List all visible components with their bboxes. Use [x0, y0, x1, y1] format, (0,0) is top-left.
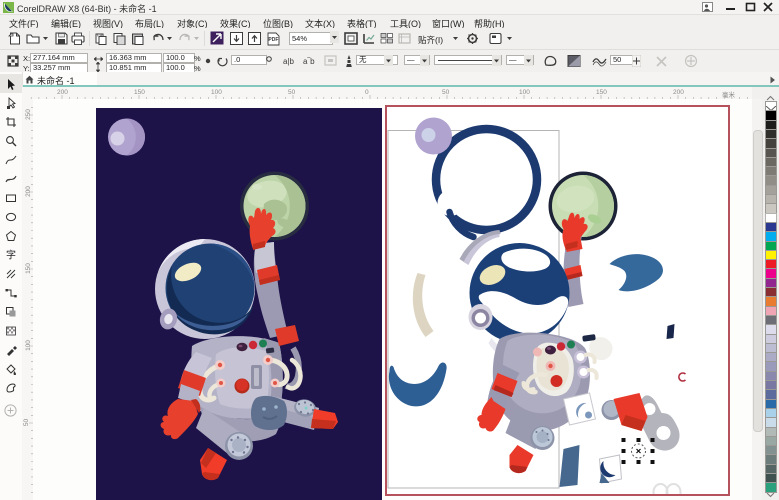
svg-text:字: 字 — [6, 249, 16, 261]
svg-text:Fa: Fa — [97, 33, 103, 38]
svg-text:PDF: PDF — [268, 37, 278, 43]
svg-text:a|b: a|b — [283, 57, 295, 66]
svg-text:a‾b: a‾b — [303, 57, 315, 66]
